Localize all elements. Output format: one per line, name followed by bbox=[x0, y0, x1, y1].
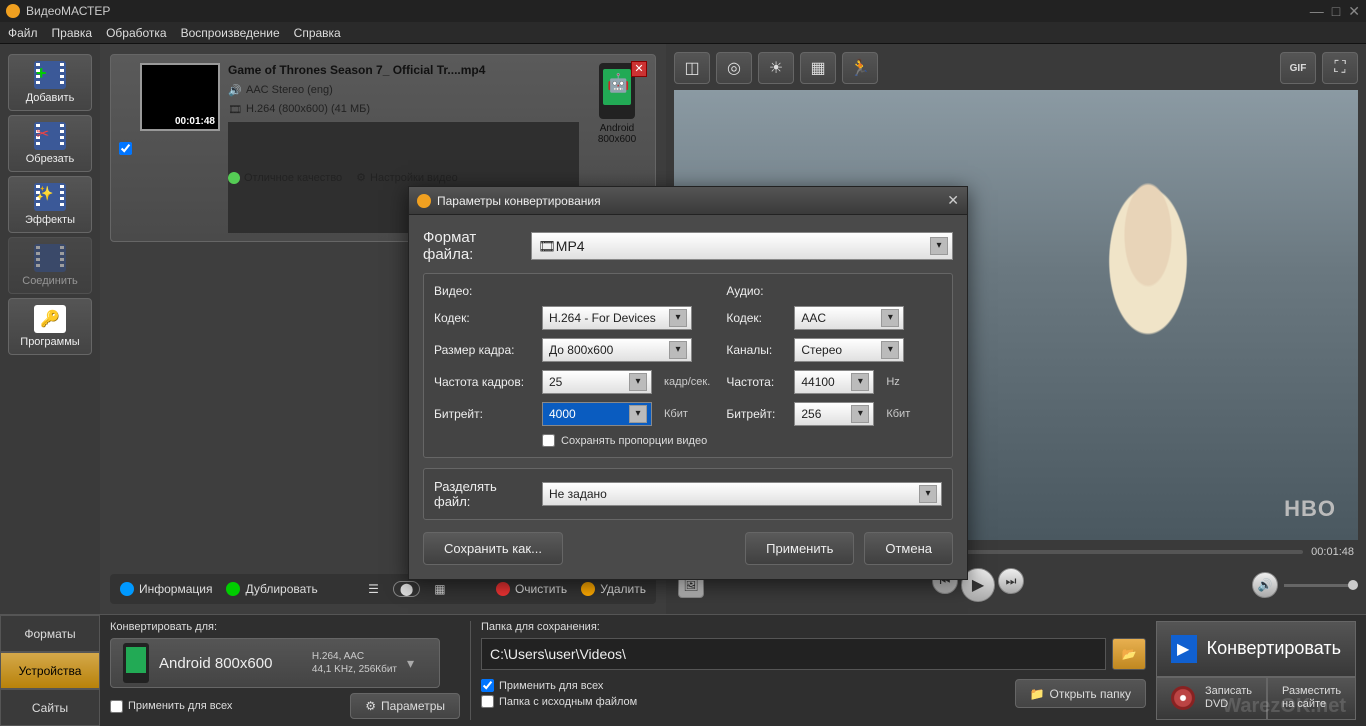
maximize-button[interactable]: □ bbox=[1332, 3, 1340, 20]
folder-path-input[interactable] bbox=[481, 638, 1106, 670]
folder-open-icon: 📁 bbox=[1030, 687, 1045, 701]
apply-all-checkbox[interactable]: Применить для всех bbox=[110, 700, 232, 713]
tab-devices[interactable]: Устройства bbox=[0, 652, 100, 689]
film-join-icon bbox=[34, 244, 66, 272]
app-title: ВидеоМАСТЕР bbox=[26, 4, 110, 18]
menu-edit[interactable]: Правка bbox=[52, 26, 93, 40]
clear-button[interactable]: Очистить bbox=[496, 582, 567, 596]
sidebar-join: Соединить bbox=[8, 237, 92, 294]
source-folder-checkbox[interactable]: Папка с исходным файлом bbox=[481, 695, 637, 708]
menu-file[interactable]: Файл bbox=[8, 26, 38, 40]
close-button[interactable]: ✕ bbox=[1348, 3, 1360, 20]
volume-button[interactable]: 🔊 bbox=[1252, 572, 1278, 598]
film-fx-icon bbox=[34, 183, 66, 211]
channels-select[interactable]: Стерео bbox=[794, 338, 904, 362]
film-plus-icon bbox=[34, 61, 66, 89]
menu-help[interactable]: Справка bbox=[294, 26, 341, 40]
convert-target-selector[interactable]: Android 800x600 H.264, AAC44,1 KHz, 256К… bbox=[110, 638, 440, 688]
info-button[interactable]: Информация bbox=[120, 582, 212, 596]
format-select[interactable]: 🎞 MP4 bbox=[531, 232, 953, 260]
fps-select[interactable]: 25 bbox=[542, 370, 652, 394]
view-list-icon[interactable]: ☰ bbox=[368, 582, 379, 596]
playback-duration: 00:01:48 bbox=[1311, 546, 1354, 558]
audio-codec-select[interactable]: AAC bbox=[794, 306, 904, 330]
folder-apply-all-checkbox[interactable]: Применить для всех bbox=[481, 679, 637, 692]
folder-icon: 📂 bbox=[1122, 647, 1137, 661]
burn-dvd-button[interactable]: ЗаписатьDVD bbox=[1156, 677, 1267, 720]
split-select[interactable]: Не задано bbox=[542, 482, 942, 506]
params-button[interactable]: ⚙Параметры bbox=[350, 693, 460, 719]
chevron-down-icon: ▾ bbox=[407, 655, 427, 672]
enhance-tool[interactable]: ◎ bbox=[716, 52, 752, 84]
brightness-tool[interactable]: ☀ bbox=[758, 52, 794, 84]
video-icon: 🎞 bbox=[228, 102, 242, 116]
sidebar-add[interactable]: Добавить bbox=[8, 54, 92, 111]
film-cut-icon bbox=[34, 122, 66, 150]
video-bitrate-input[interactable]: 4000 bbox=[542, 402, 652, 426]
view-grid-icon[interactable]: ▦ bbox=[434, 582, 445, 596]
delete-icon bbox=[581, 582, 595, 596]
keep-ratio-checkbox[interactable]: Сохранять пропорции видео bbox=[542, 434, 714, 447]
menu-bar: Файл Правка Обработка Воспроизведение Сп… bbox=[0, 22, 1366, 44]
next-button[interactable]: ⏭ bbox=[998, 568, 1024, 594]
save-as-button[interactable]: Сохранить как... bbox=[423, 532, 563, 565]
open-folder-button[interactable]: 📁Открыть папку bbox=[1015, 679, 1146, 708]
sidebar-programs[interactable]: Программы bbox=[8, 298, 92, 355]
duplicate-button[interactable]: Дублировать bbox=[226, 582, 317, 596]
android-device-icon bbox=[123, 643, 149, 683]
tab-formats[interactable]: Форматы bbox=[0, 615, 100, 652]
browse-folder-button[interactable]: 📂 bbox=[1112, 638, 1146, 670]
convert-for-label: Конвертировать для: bbox=[110, 621, 460, 633]
file-duration: 00:01:48 bbox=[175, 116, 215, 127]
watermark-text: HBO bbox=[1284, 496, 1336, 522]
dialog-logo-icon bbox=[417, 194, 431, 208]
disc-icon bbox=[1171, 686, 1195, 710]
clear-icon bbox=[496, 582, 510, 596]
convert-button[interactable]: Конвертировать bbox=[1156, 621, 1356, 677]
gear-icon: ⚙ bbox=[356, 171, 366, 184]
duplicate-icon bbox=[226, 582, 240, 596]
sidebar-effects[interactable]: Эффекты bbox=[8, 176, 92, 233]
delete-button[interactable]: Удалить bbox=[581, 582, 646, 596]
frame-tool[interactable]: ▦ bbox=[800, 52, 836, 84]
dialog-close-button[interactable]: ✕ bbox=[947, 192, 959, 209]
file-remove-button[interactable]: ✕ bbox=[631, 61, 647, 77]
convert-icon bbox=[1171, 635, 1197, 663]
crop-tool[interactable]: ◫ bbox=[674, 52, 710, 84]
file-checkbox[interactable] bbox=[119, 142, 132, 155]
quality-icon bbox=[228, 172, 240, 184]
post-site-button[interactable]: Разместитьна сайте bbox=[1267, 677, 1356, 720]
app-logo-icon bbox=[6, 4, 20, 18]
info-icon bbox=[120, 582, 134, 596]
fullscreen-tool[interactable]: ⛶ bbox=[1322, 52, 1358, 84]
framesize-select[interactable]: До 800x600 bbox=[542, 338, 692, 362]
audio-icon: 🔊 bbox=[228, 83, 242, 97]
apply-button[interactable]: Применить bbox=[745, 532, 854, 565]
freq-select[interactable]: 44100 bbox=[794, 370, 874, 394]
android-device-icon bbox=[599, 63, 635, 119]
minimize-button[interactable]: — bbox=[1310, 3, 1324, 20]
audio-bitrate-select[interactable]: 256 bbox=[794, 402, 874, 426]
file-name: Game of Thrones Season 7_ Official Tr...… bbox=[228, 63, 579, 77]
menu-playback[interactable]: Воспроизведение bbox=[181, 26, 280, 40]
file-thumbnail[interactable]: 00:01:48 bbox=[140, 63, 220, 131]
file-target: Android 800x600 bbox=[587, 123, 647, 145]
key-icon bbox=[34, 305, 66, 333]
speed-tool[interactable]: 🏃 bbox=[842, 52, 878, 84]
file-settings-link[interactable]: ⚙Настройки видео bbox=[356, 171, 458, 184]
gif-tool[interactable]: GIF bbox=[1280, 52, 1316, 84]
folder-label: Папка для сохранения: bbox=[481, 621, 1146, 633]
video-codec-select[interactable]: H.264 - For Devices bbox=[542, 306, 692, 330]
menu-process[interactable]: Обработка bbox=[106, 26, 167, 40]
dialog-title: Параметры конвертирования bbox=[437, 194, 601, 208]
tab-sites[interactable]: Сайты bbox=[0, 689, 100, 726]
gear-icon: ⚙ bbox=[365, 699, 376, 713]
sidebar-cut[interactable]: Обрезать bbox=[8, 115, 92, 172]
cancel-button[interactable]: Отмена bbox=[864, 532, 953, 565]
view-toggle-icon[interactable]: ⬤ bbox=[393, 581, 420, 597]
conversion-params-dialog: Параметры конвертирования ✕ Формат файла… bbox=[408, 186, 968, 580]
volume-slider[interactable] bbox=[1284, 584, 1354, 587]
